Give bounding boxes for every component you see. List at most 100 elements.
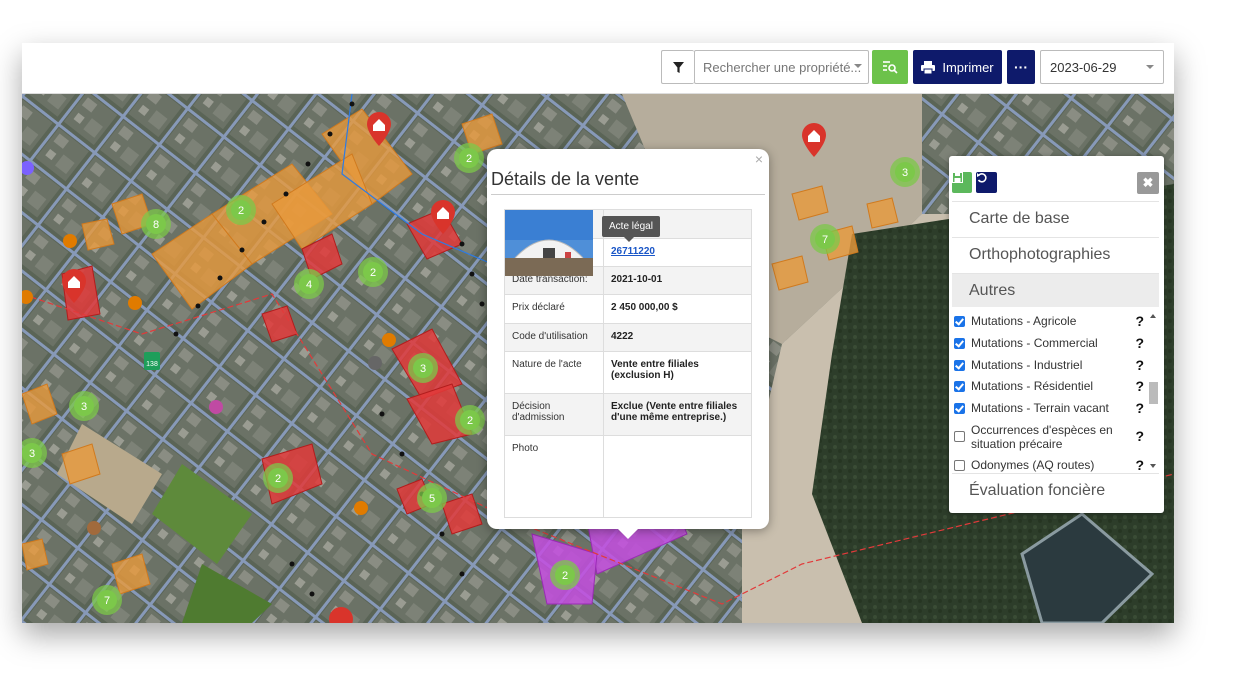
svg-text:3: 3 [902, 167, 908, 179]
cluster-marker[interactable]: 3 [890, 157, 920, 187]
map-pin-icon[interactable] [367, 112, 391, 146]
layer-item[interactable]: Mutations - Résidentiel? [952, 378, 1144, 394]
cluster-marker[interactable]: 4 [294, 269, 324, 299]
layer-item[interactable]: Mutations - Agricole? [952, 313, 1144, 329]
property-photo[interactable] [504, 209, 593, 276]
svg-text:2: 2 [370, 267, 376, 279]
reset-button[interactable] [976, 172, 997, 193]
layer-label: Mutations - Agricole [971, 314, 1077, 328]
search-list-icon [883, 61, 898, 74]
cluster-marker[interactable]: 2 [226, 195, 256, 225]
svg-text:2: 2 [275, 473, 281, 485]
group-orthophotos[interactable]: Orthophotographies [952, 237, 1159, 271]
date-select[interactable]: 2023-06-29 [1040, 50, 1164, 84]
svg-text:3: 3 [420, 363, 426, 375]
printer-icon [921, 60, 936, 74]
row-key: Décision d'admission [504, 393, 604, 436]
svg-text:7: 7 [822, 234, 828, 246]
save-icon [952, 172, 963, 183]
row-key: Nature de l'acte [504, 351, 604, 394]
cluster-marker[interactable]: 2 [454, 143, 484, 173]
map-pin-icon[interactable] [802, 123, 826, 157]
group-evaluation[interactable]: Évaluation foncière [952, 473, 1159, 507]
svg-text:5: 5 [429, 493, 435, 505]
svg-text:2: 2 [238, 205, 244, 217]
help-icon[interactable]: ? [1135, 457, 1144, 472]
group-base-map[interactable]: Carte de base [952, 201, 1159, 235]
help-icon[interactable]: ? [1135, 335, 1144, 351]
chevron-down-icon [1146, 65, 1154, 69]
svg-text:4: 4 [306, 279, 312, 291]
layer-label: Odonymes (AQ routes) [971, 458, 1095, 472]
row-key: Photo [504, 435, 604, 518]
row-key: Prix déclaré [504, 294, 604, 324]
cluster-marker[interactable]: 2 [358, 257, 388, 287]
checkbox[interactable] [954, 338, 965, 349]
sale-details-table: ID UE: No mutation: 26711220 Date transa… [504, 209, 752, 518]
property-search-select[interactable]: Rechercher une propriété... [694, 50, 869, 84]
sale-details-popup: × Détails de la vente ID UE: No mutation… [487, 149, 769, 539]
more-options-button[interactable]: ··· [1007, 50, 1035, 84]
table-row: Décision d'admission Exclue (Vente entre… [504, 393, 752, 436]
mutation-number-link[interactable]: 26711220 [611, 246, 655, 257]
svg-text:138: 138 [146, 361, 158, 368]
filter-button[interactable] [661, 50, 694, 84]
layer-label: Occurrences d'espèces en situation préca… [971, 423, 1113, 451]
row-key: Code d'utilisation [504, 323, 604, 352]
cluster-marker[interactable]: 8 [141, 209, 171, 239]
print-label: Imprimer [942, 59, 994, 75]
save-button[interactable] [952, 172, 972, 193]
print-button[interactable]: Imprimer [913, 50, 1002, 84]
scroll-down-icon[interactable] [1150, 464, 1156, 468]
layer-list: Mutations - Agricole? Mutations - Commer… [952, 310, 1159, 472]
cluster-marker[interactable]: 3 [22, 438, 47, 468]
cluster-marker[interactable]: 2 [455, 405, 485, 435]
checkbox[interactable] [954, 381, 965, 392]
cluster-marker[interactable]: 7 [92, 585, 122, 615]
checkbox[interactable] [954, 403, 965, 414]
route-shield-icon: 138 [144, 352, 160, 370]
scrollbar-thumb[interactable] [1149, 382, 1158, 404]
layer-item[interactable]: Mutations - Commercial? [952, 335, 1144, 351]
checkbox[interactable] [954, 316, 965, 327]
cluster-marker[interactable]: 3 [69, 391, 99, 421]
cluster-marker[interactable]: 2 [263, 463, 293, 493]
checkbox[interactable] [954, 460, 965, 471]
date-value: 2023-06-29 [1050, 59, 1117, 75]
help-icon[interactable]: ? [1135, 313, 1144, 329]
help-icon[interactable]: ? [1135, 400, 1144, 416]
layer-label: Mutations - Commercial [971, 336, 1098, 350]
chevron-down-icon [854, 64, 862, 68]
close-icon[interactable]: ✖ [1137, 172, 1159, 194]
map-pin-icon[interactable] [329, 607, 353, 623]
layer-item[interactable]: Mutations - Industriel? [952, 357, 1144, 373]
layer-item[interactable]: Mutations - Terrain vacant? [952, 400, 1144, 416]
table-row: Code d'utilisation 4222 [504, 323, 752, 352]
popup-close-button[interactable]: × [755, 151, 763, 167]
svg-text:3: 3 [81, 401, 87, 413]
cluster-marker[interactable]: 3 [408, 353, 438, 383]
row-value: Vente entre filiales (exclusion H) [603, 351, 752, 394]
help-icon[interactable]: ? [1135, 429, 1144, 443]
checkbox[interactable] [954, 431, 965, 442]
row-value: 4222 [603, 323, 752, 352]
map-pin-icon[interactable] [431, 200, 455, 234]
table-row: Nature de l'acte Vente entre filiales (e… [504, 351, 752, 394]
layer-item[interactable]: Occurrences d'espèces en situation préca… [952, 423, 1144, 451]
checkbox[interactable] [954, 360, 965, 371]
top-toolbar: Rechercher une propriété... Imprimer ··· [22, 43, 1174, 94]
help-icon[interactable]: ? [1135, 378, 1144, 394]
search-button[interactable] [872, 50, 908, 84]
row-value: Exclue (Vente entre filiales d'une même … [603, 393, 752, 436]
help-icon[interactable]: ? [1135, 357, 1144, 373]
layer-panel: ✖ Carte de base Orthophotographies Autre… [949, 156, 1164, 513]
map-pin-icon[interactable] [62, 269, 86, 303]
layer-item[interactable]: Odonymes (AQ routes)? [952, 457, 1144, 472]
map-view[interactable]: 2 8 2 4 2 3 3 2 3 2 5 2 7 3 7 138 × Déta… [22, 94, 1174, 623]
group-autres[interactable]: Autres [952, 273, 1159, 307]
svg-text:3: 3 [29, 448, 35, 460]
scroll-up-icon[interactable] [1150, 314, 1156, 318]
cluster-marker[interactable]: 7 [810, 224, 840, 254]
cluster-marker[interactable]: 5 [417, 483, 447, 513]
cluster-marker[interactable]: 2 [550, 560, 580, 590]
